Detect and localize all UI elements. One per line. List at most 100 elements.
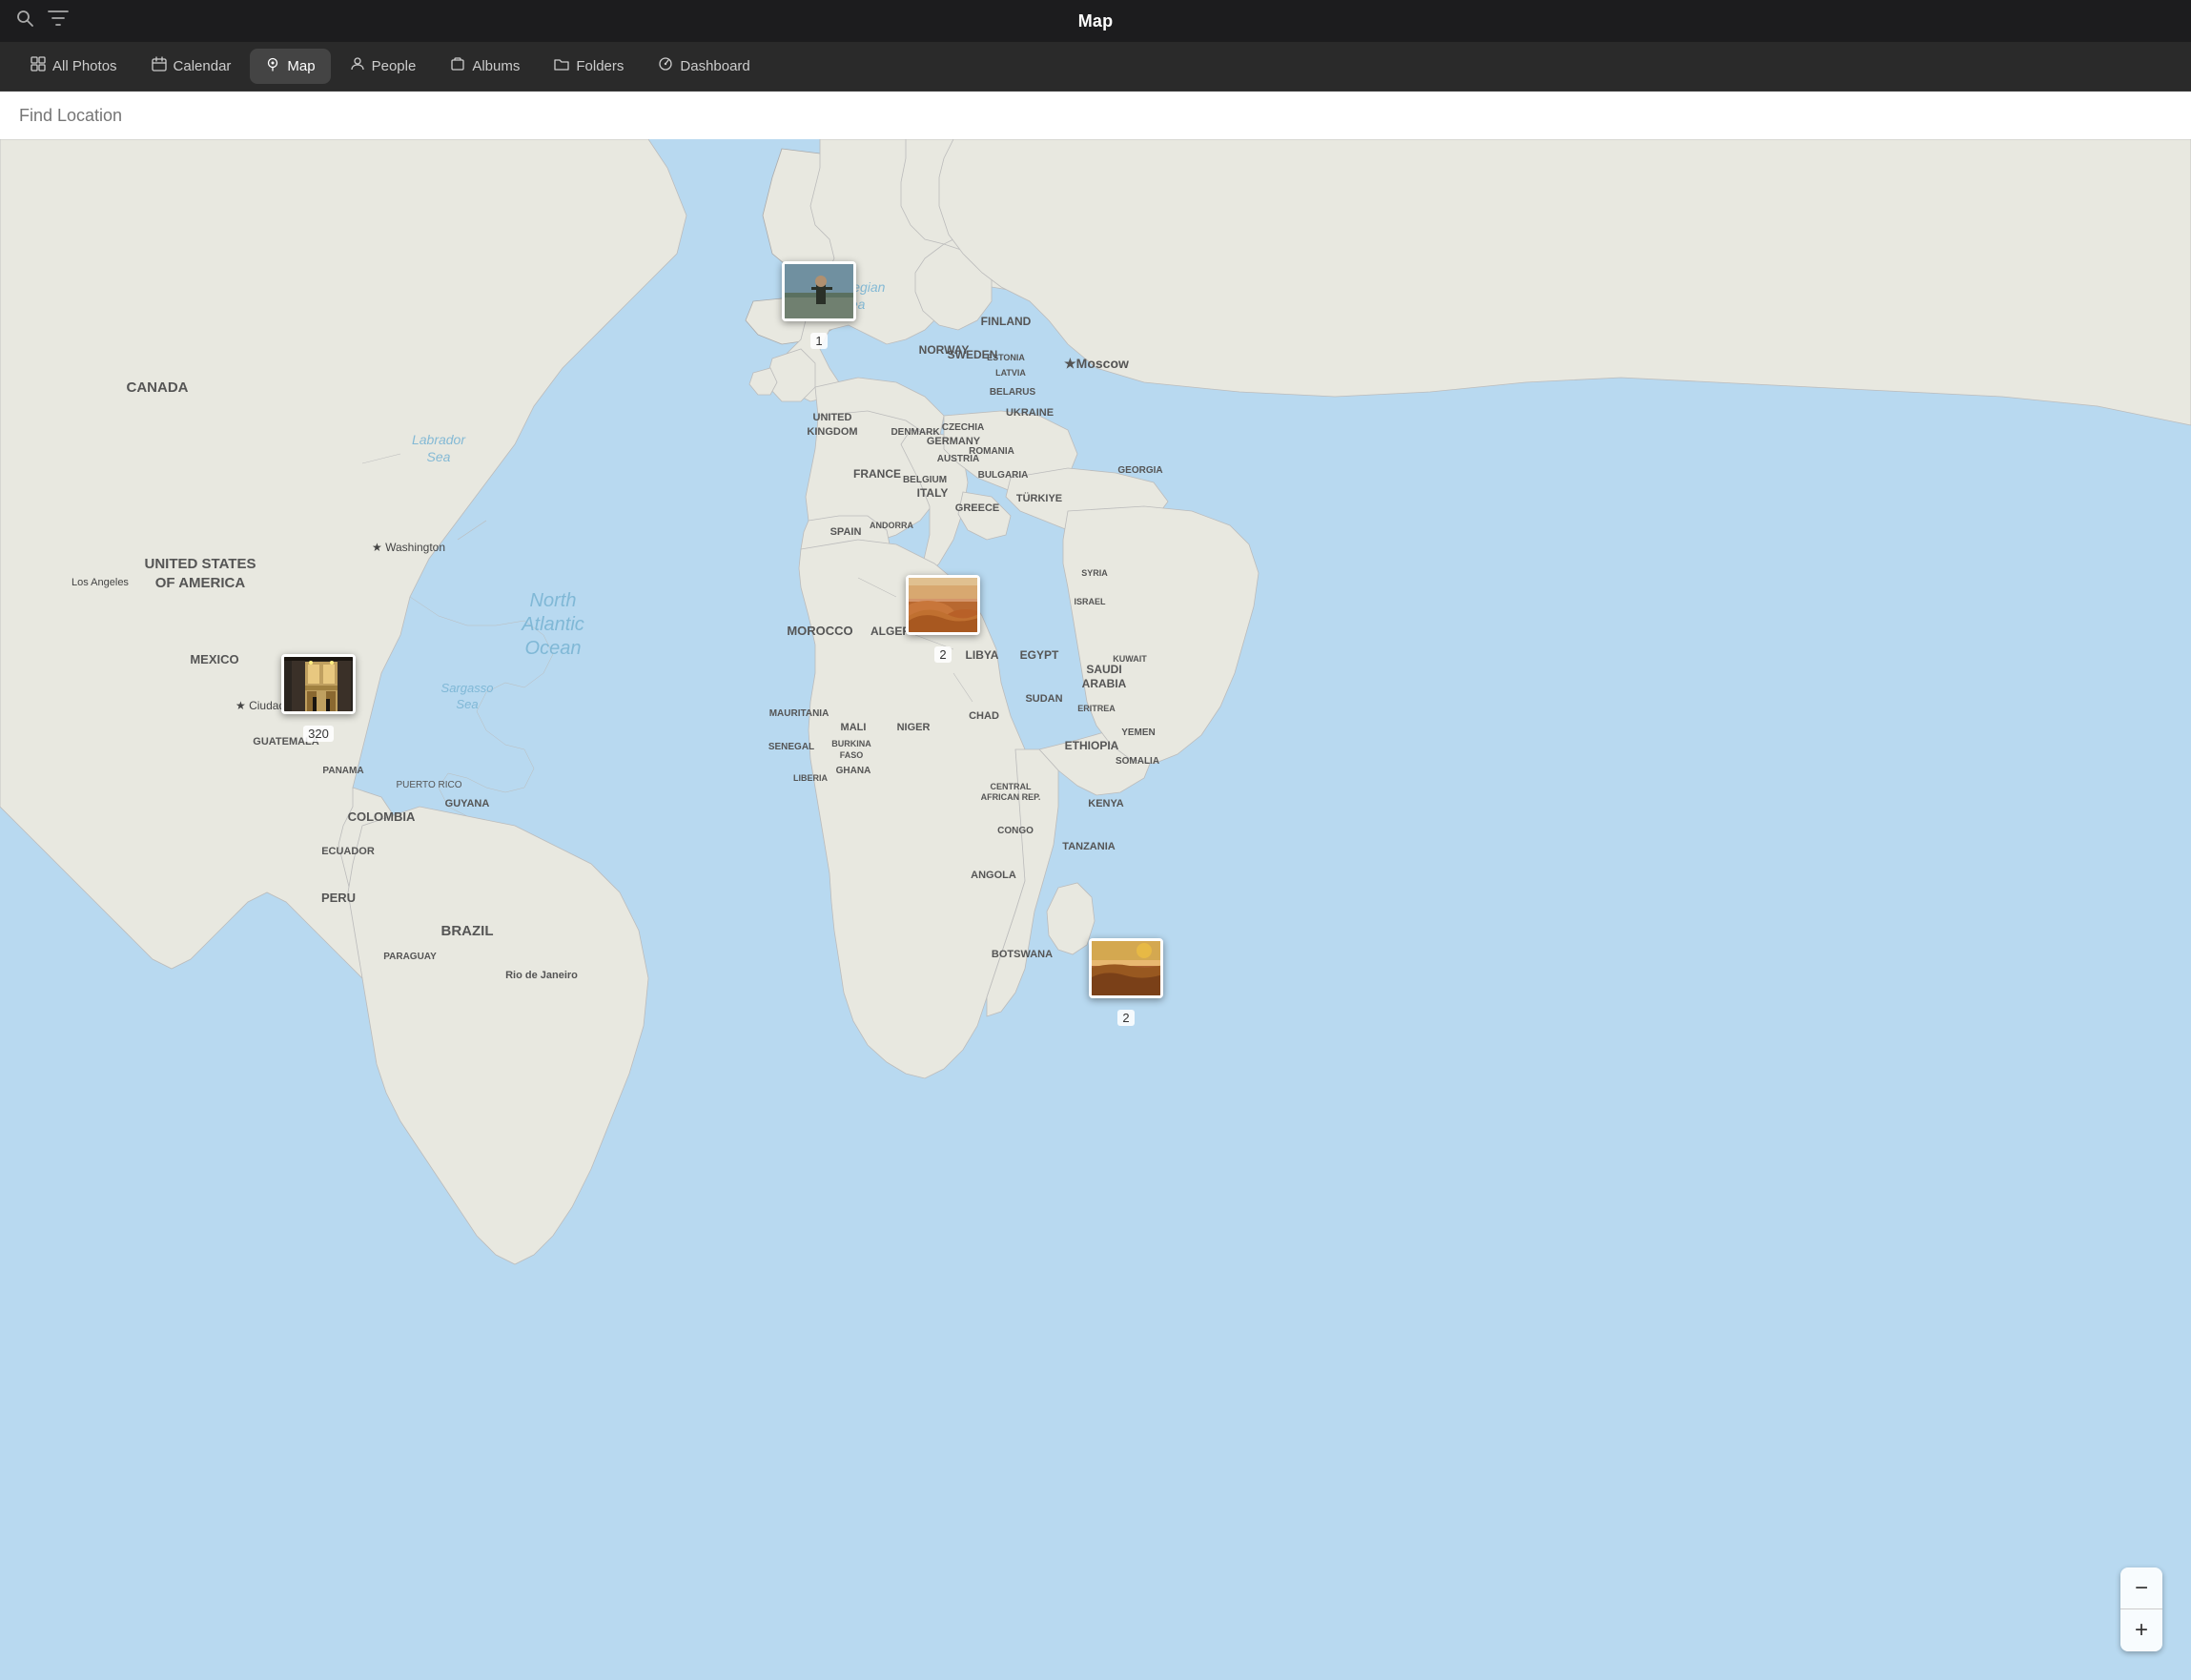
album-icon <box>450 56 465 76</box>
tab-albums-label: Albums <box>472 58 520 74</box>
svg-text:DENMARK: DENMARK <box>891 427 940 438</box>
location-search-input[interactable] <box>19 106 2172 126</box>
svg-text:OF AMERICA: OF AMERICA <box>155 575 246 591</box>
svg-text:Rio de Janeiro: Rio de Janeiro <box>505 970 578 981</box>
tab-folders[interactable]: Folders <box>539 49 639 84</box>
svg-text:ESTONIA: ESTONIA <box>987 353 1025 362</box>
svg-text:Sea: Sea <box>427 449 451 464</box>
dashboard-icon <box>658 56 673 76</box>
tab-people-label: People <box>372 58 417 74</box>
svg-text:NIGER: NIGER <box>897 722 931 733</box>
svg-text:BELARUS: BELARUS <box>990 387 1036 398</box>
svg-text:PUERTO RICO: PUERTO RICO <box>396 780 461 790</box>
svg-text:SPAIN: SPAIN <box>830 526 862 538</box>
svg-text:UNITED: UNITED <box>813 412 852 423</box>
svg-text:PARAGUAY: PARAGUAY <box>383 952 437 962</box>
svg-text:FASO: FASO <box>840 750 864 760</box>
svg-text:BRAZIL: BRAZIL <box>441 923 494 939</box>
svg-text:ANGOLA: ANGOLA <box>971 870 1016 881</box>
tab-calendar-label: Calendar <box>174 58 232 74</box>
title-bar-icons <box>15 9 69 33</box>
botswana-map-pin[interactable]: 2 <box>1089 938 1163 1026</box>
nav-bar: All Photos Calendar Map <box>0 42 2191 92</box>
tab-calendar[interactable]: Calendar <box>136 49 247 84</box>
filter-icon[interactable] <box>48 9 69 33</box>
svg-text:UNITED STATES: UNITED STATES <box>145 556 256 572</box>
morocco-pin-count: 2 <box>934 646 951 663</box>
mexico-photo <box>284 657 356 714</box>
zoom-out-button[interactable]: − <box>2120 1567 2162 1609</box>
folder-icon <box>554 56 569 76</box>
page-title: Map <box>1078 11 1114 31</box>
mexico-pin-count: 320 <box>303 726 334 742</box>
search-icon[interactable] <box>15 9 34 33</box>
morocco-map-pin[interactable]: 2 <box>906 575 980 663</box>
svg-text:SUDAN: SUDAN <box>1025 693 1062 705</box>
svg-text:BOTSWANA: BOTSWANA <box>992 949 1053 960</box>
svg-text:CONGO: CONGO <box>997 826 1034 836</box>
svg-text:ROMANIA: ROMANIA <box>969 446 1014 457</box>
svg-text:ITALY: ITALY <box>917 486 949 500</box>
svg-text:MAURITANIA: MAURITANIA <box>769 708 829 719</box>
svg-text:UKRAINE: UKRAINE <box>1006 407 1054 419</box>
svg-text:BURKINA: BURKINA <box>831 739 871 748</box>
svg-text:ERITREA: ERITREA <box>1077 704 1116 713</box>
svg-text:LIBERIA: LIBERIA <box>793 773 829 783</box>
svg-text:ETHIOPIA: ETHIOPIA <box>1065 739 1119 752</box>
tab-dashboard-label: Dashboard <box>680 58 749 74</box>
tab-folders-label: Folders <box>576 58 624 74</box>
svg-text:CANADA: CANADA <box>127 379 189 396</box>
svg-text:TANZANIA: TANZANIA <box>1062 841 1115 852</box>
tab-albums[interactable]: Albums <box>435 49 535 84</box>
svg-text:MOROCCO: MOROCCO <box>787 624 852 638</box>
svg-text:YEMEN: YEMEN <box>1121 727 1156 738</box>
svg-text:Ocean: Ocean <box>525 638 582 659</box>
map-svg: North Atlantic Ocean Labrador Sea Sargas… <box>0 139 2191 1680</box>
svg-text:KUWAIT: KUWAIT <box>1113 654 1147 664</box>
svg-text:LATVIA: LATVIA <box>995 368 1026 378</box>
iceland-pin-count: 1 <box>810 333 827 349</box>
svg-text:Sargasso: Sargasso <box>441 681 494 695</box>
svg-text:BELGIUM: BELGIUM <box>903 475 947 485</box>
svg-text:EGYPT: EGYPT <box>1020 648 1059 662</box>
svg-text:KINGDOM: KINGDOM <box>807 426 857 438</box>
svg-text:CHAD: CHAD <box>969 710 999 722</box>
svg-text:MEXICO: MEXICO <box>190 652 238 666</box>
svg-text:★Moscow: ★Moscow <box>1064 356 1129 371</box>
title-bar: Map <box>0 0 2191 42</box>
svg-text:GHANA: GHANA <box>836 766 871 776</box>
svg-text:Los Angeles: Los Angeles <box>72 577 129 588</box>
svg-text:SYRIA: SYRIA <box>1081 568 1108 578</box>
tab-all-photos[interactable]: All Photos <box>15 49 133 84</box>
svg-text:North: North <box>530 590 577 611</box>
map-container[interactable]: North Atlantic Ocean Labrador Sea Sargas… <box>0 139 2191 1680</box>
svg-text:SAUDI: SAUDI <box>1086 663 1121 676</box>
svg-text:★ Washington: ★ Washington <box>372 541 445 554</box>
svg-text:AFRICAN REP.: AFRICAN REP. <box>981 792 1041 802</box>
tab-map[interactable]: Map <box>250 49 330 84</box>
svg-text:GUYANA: GUYANA <box>445 798 490 809</box>
svg-text:CZECHIA: CZECHIA <box>942 422 984 433</box>
svg-text:ANDORRA: ANDORRA <box>870 521 913 530</box>
grid-icon <box>31 56 46 76</box>
calendar-icon <box>152 56 167 76</box>
svg-text:BULGARIA: BULGARIA <box>978 470 1029 481</box>
svg-text:GREECE: GREECE <box>955 502 999 514</box>
mexico-map-pin[interactable]: 320 <box>281 654 356 742</box>
iceland-map-pin[interactable]: 1 <box>782 261 856 349</box>
tab-all-photos-label: All Photos <box>52 58 117 74</box>
zoom-in-button[interactable]: + <box>2120 1609 2162 1651</box>
search-bar[interactable] <box>0 92 2191 139</box>
svg-text:PERU: PERU <box>321 891 356 905</box>
tab-people[interactable]: People <box>335 49 432 84</box>
svg-text:FINLAND: FINLAND <box>981 315 1032 328</box>
morocco-photo <box>909 578 980 635</box>
tab-dashboard[interactable]: Dashboard <box>643 49 765 84</box>
person-icon <box>350 56 365 76</box>
svg-text:ISRAEL: ISRAEL <box>1074 597 1106 606</box>
svg-text:TÜRKIYE: TÜRKIYE <box>1016 492 1062 504</box>
svg-text:COLOMBIA: COLOMBIA <box>348 809 416 824</box>
svg-text:Labrador: Labrador <box>412 432 466 447</box>
botswana-photo <box>1092 941 1163 998</box>
svg-text:PANAMA: PANAMA <box>322 766 363 776</box>
